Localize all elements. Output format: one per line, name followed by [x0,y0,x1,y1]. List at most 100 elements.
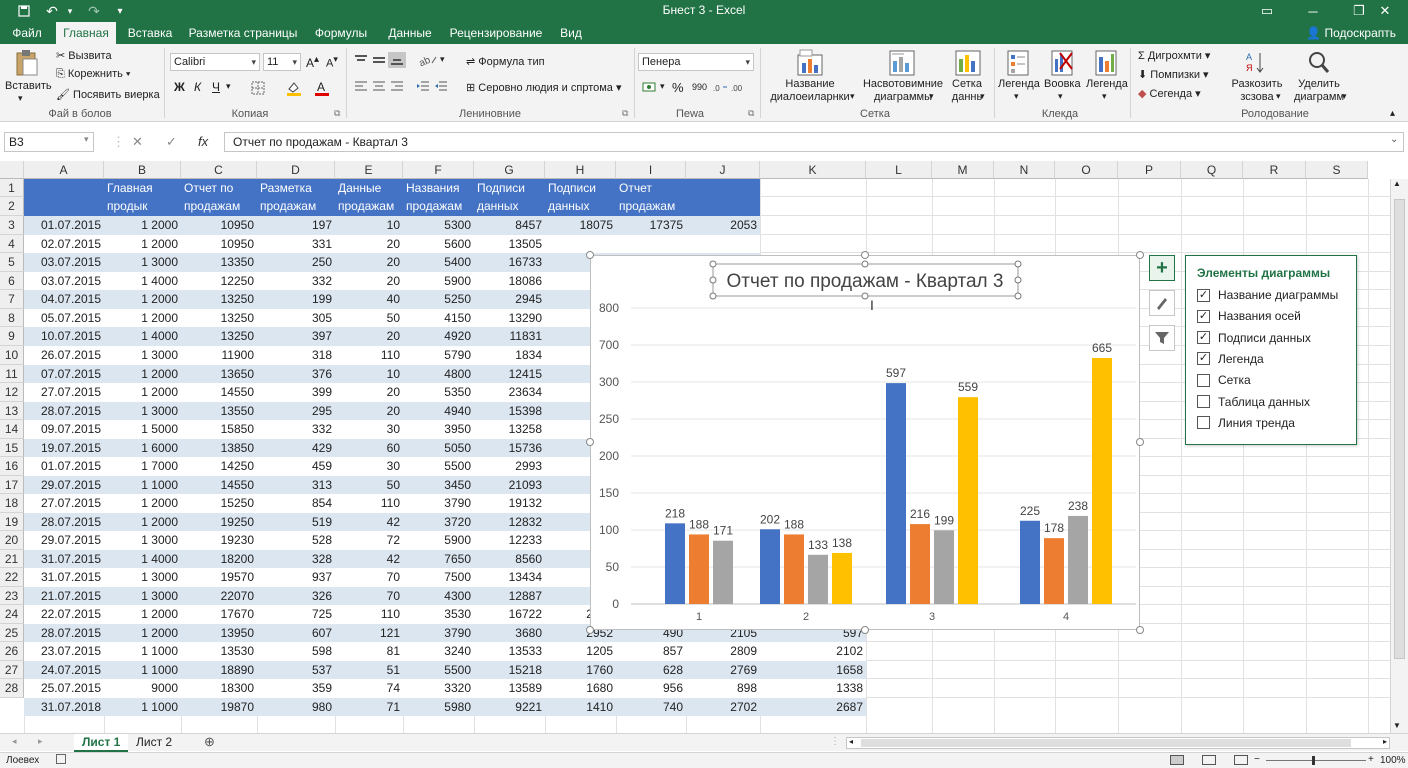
chart-styles-button[interactable] [1149,290,1175,316]
table-cell[interactable]: 4150 [403,309,474,327]
checkbox-unchecked-icon[interactable] [1197,395,1210,408]
title-handle[interactable] [1014,260,1022,268]
resize-handle[interactable] [586,626,594,634]
new-sheet-icon[interactable]: ⊕ [204,734,215,750]
table-cell[interactable]: 537 [257,661,335,679]
page-layout-icon[interactable] [1202,755,1216,765]
title-handle[interactable] [709,292,717,300]
data-label[interactable]: 138 [832,536,852,550]
table-cell[interactable]: 50 [335,309,403,327]
table-cell[interactable]: 1 4000 [104,550,181,568]
table-cell[interactable]: 7500 [403,568,474,587]
tab-formulas[interactable]: Формулы [308,22,374,44]
bar[interactable] [665,523,685,604]
row-header[interactable]: 10 [0,346,24,365]
row-header[interactable]: 18 [0,494,24,513]
table-cell[interactable]: 15218 [474,661,545,679]
data-label[interactable]: 133 [808,538,828,552]
prev-sheet-icon[interactable]: ◂ [12,736,17,747]
align-top-icon[interactable] [352,52,370,68]
bar[interactable] [1020,520,1040,604]
checkbox-checked-icon[interactable]: ✓ [1197,331,1210,345]
data-label[interactable]: 178 [1044,521,1064,535]
table-cell[interactable]: 5980 [403,698,474,716]
table-cell[interactable]: 20 [335,272,403,290]
table-cell[interactable]: 1 2000 [104,494,181,513]
increase-font-icon[interactable]: A▴ [306,54,319,70]
table-cell[interactable]: 13290 [474,309,545,327]
table-cell[interactable] [545,235,616,253]
table-cell[interactable]: 1410 [545,698,616,716]
table-cell[interactable]: 19570 [181,568,257,587]
chart-element-option[interactable]: Линия тренда [1197,414,1295,432]
add-chart-element-button[interactable]: Название диалоеиларнки [762,78,858,104]
table-cell[interactable]: 15398 [474,402,545,420]
row-header[interactable]: 6 [0,272,24,290]
checkbox-unchecked-icon[interactable] [1197,373,1210,387]
table-cell[interactable]: 854 [257,494,335,513]
table-cell[interactable]: 18300 [181,679,257,698]
table-cell[interactable]: 25.07.2015 [24,679,104,698]
row-header[interactable]: 5 [0,253,24,272]
add-chart-element-icon[interactable] [794,48,826,78]
data-label[interactable]: 665 [1092,341,1112,355]
close-icon[interactable]: ✕ [1362,0,1408,22]
dialog-launcher-icon[interactable]: ⧉ [748,108,754,119]
column-header[interactable]: S [1306,161,1368,179]
table-cell[interactable]: 1 3000 [104,531,181,550]
table-cell[interactable]: 1 5000 [104,420,181,439]
table-cell[interactable]: 20 [335,327,403,346]
delete-axis-icon[interactable] [1048,48,1076,78]
share-button[interactable]: 👤 Подоскрапть [1306,22,1396,44]
data-label[interactable]: 238 [1068,499,1088,513]
table-cell[interactable]: 8560 [474,550,545,568]
row-header[interactable]: 3 [0,216,24,235]
table-header-cell[interactable]: Названия продажамКвартал▾ [403,179,474,216]
table-cell[interactable]: 2945 [474,290,545,309]
scroll-right-icon[interactable]: ▸ [1383,737,1387,746]
row-header[interactable]: 7 [0,290,24,309]
scroll-thumb[interactable] [861,739,1351,747]
ribbon-display-icon[interactable]: ▭ [1244,0,1290,22]
table-cell[interactable]: 295 [257,402,335,420]
y-tick-label[interactable]: 100 [599,523,619,537]
table-cell[interactable]: 3950 [403,420,474,439]
table-cell[interactable]: 13530 [181,642,257,661]
table-cell[interactable]: 28.07.2015 [24,402,104,420]
bar[interactable] [886,383,906,604]
row-header[interactable]: 26 [0,642,24,661]
table-cell[interactable]: 20 [335,402,403,420]
table-cell[interactable]: 42 [335,513,403,531]
data-label[interactable]: 559 [958,380,978,394]
tab-home[interactable]: Главная [56,22,116,44]
currency-icon[interactable] [640,79,658,95]
bar[interactable] [832,552,852,604]
table-cell[interactable]: 22070 [181,587,257,605]
table-cell[interactable]: 10 [335,216,403,235]
decrease-decimal-icon[interactable]: .00 [730,79,748,95]
table-cell[interactable]: 1 2000 [104,383,181,402]
table-cell[interactable]: 26.07.2015 [24,346,104,365]
cancel-icon[interactable]: ✕ [132,134,143,150]
chart-filters-button[interactable] [1149,325,1175,351]
vertical-scrollbar[interactable]: ▲ ▼ [1390,179,1408,734]
table-cell[interactable]: 3720 [403,513,474,531]
italic-button[interactable]: К [194,80,201,94]
table-cell[interactable]: 2769 [686,661,760,679]
table-cell[interactable]: 81 [335,642,403,661]
table-cell[interactable]: 20 [335,235,403,253]
table-cell[interactable]: 18200 [181,550,257,568]
table-cell[interactable]: 13550 [181,402,257,420]
table-cell[interactable]: 70 [335,568,403,587]
column-header[interactable]: K [760,161,866,179]
chart-element-option[interactable]: ✓ Названия осей [1197,307,1301,325]
chart-element-option[interactable]: ✓ Название диаграммы [1197,286,1338,304]
table-cell[interactable]: 1 2000 [104,624,181,642]
resize-handle[interactable] [1136,251,1144,259]
table-header-cell[interactable]: Главная продыкКвартал 3▾ [104,179,181,216]
table-cell[interactable]: 23.07.2015 [24,642,104,661]
column-header[interactable]: G [474,161,545,179]
dialog-launcher-icon[interactable]: ⧉ [334,108,340,119]
normal-view-icon[interactable] [1170,755,1184,765]
zoom-in-icon[interactable]: + [1368,754,1374,765]
